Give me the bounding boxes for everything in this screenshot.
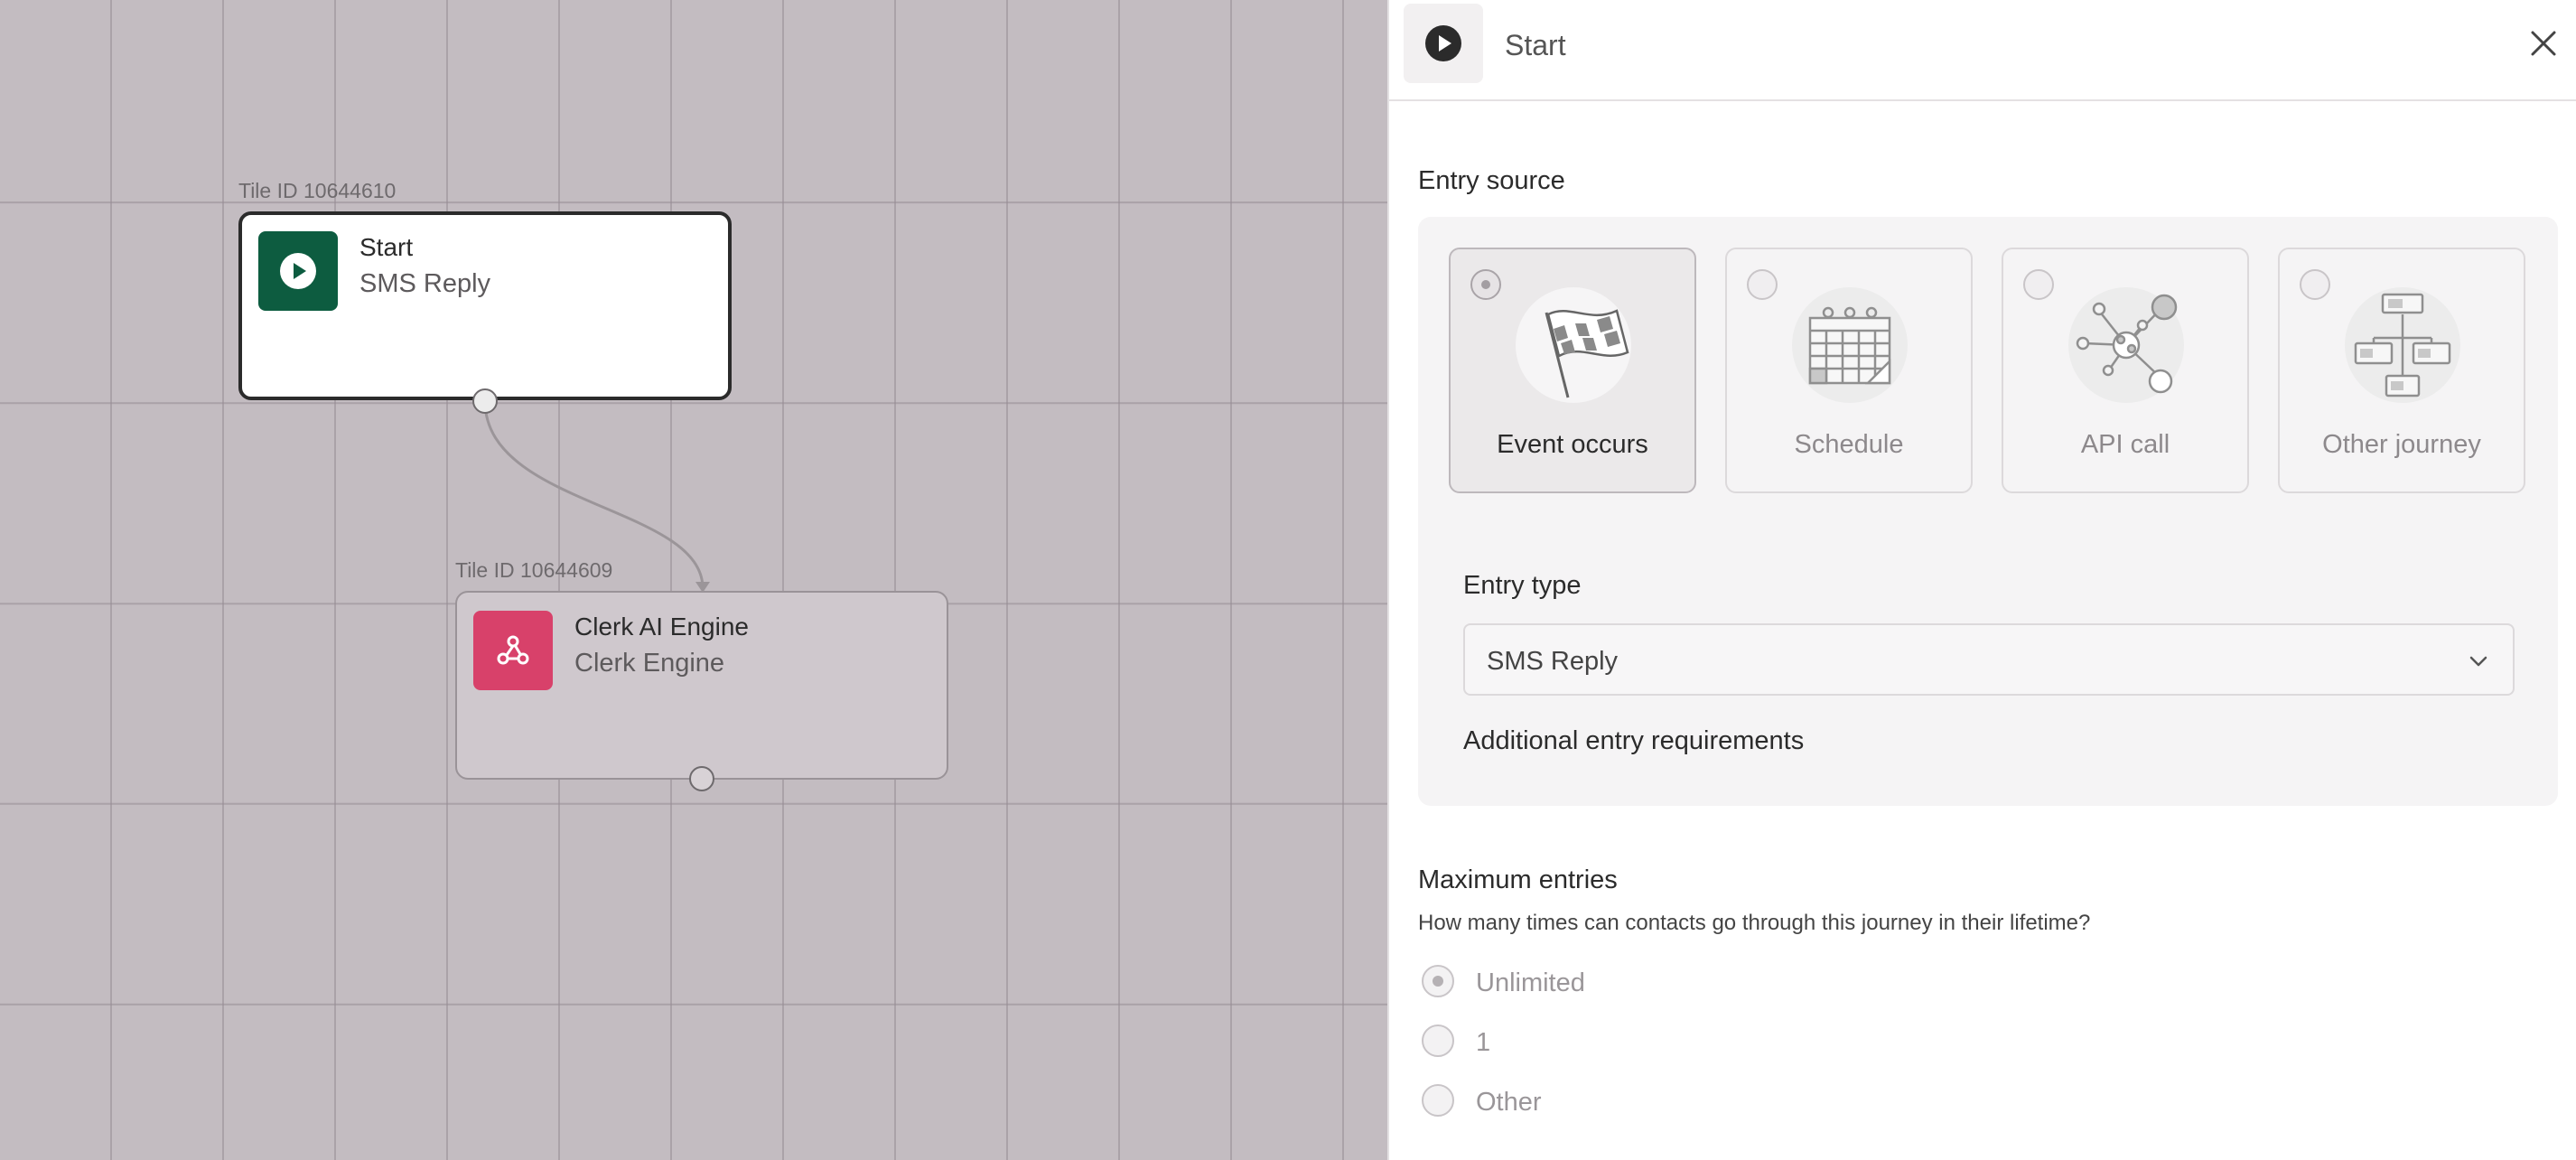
maximum-entries-title: Maximum entries: [1418, 865, 1618, 894]
tile-title: Clerk AI Engine: [574, 613, 749, 641]
flowchart-icon: [2345, 287, 2460, 403]
tile-id-label: Tile ID 10644609: [455, 558, 613, 582]
chevron-down-icon: [2469, 656, 2487, 667]
output-port[interactable]: [689, 766, 714, 791]
entry-source-box: Event occurs Schedule API call Other jou…: [1418, 217, 2558, 806]
max-entries-radio[interactable]: [1422, 1024, 1454, 1057]
max-entries-option-label: Unlimited: [1476, 968, 1585, 997]
max-entries-radio[interactable]: [1422, 965, 1454, 997]
entry-option-radio[interactable]: [2300, 269, 2330, 300]
calendar-icon: [1792, 287, 1908, 403]
close-icon: [2531, 31, 2556, 56]
entry-option-label: Event occurs: [1497, 430, 1648, 459]
additional-entry-requirements[interactable]: Additional entry requirements: [1463, 726, 1804, 756]
entry-option-schedule[interactable]: Schedule: [1725, 248, 1973, 493]
max-entries-option-label: 1: [1476, 1028, 1491, 1057]
play-icon: [258, 231, 338, 311]
max-entries-option-label: Other: [1476, 1088, 1542, 1117]
output-port[interactable]: [472, 388, 498, 414]
close-button[interactable]: [2525, 25, 2562, 61]
tile-connector: [483, 400, 710, 593]
entry-option-label: API call: [2080, 430, 2170, 459]
play-icon: [1404, 4, 1483, 83]
entry-option-event-occurs[interactable]: Event occurs: [1449, 248, 1696, 493]
entry-option-radio[interactable]: [1470, 269, 1501, 300]
entry-option-label: Other journey: [2322, 430, 2481, 459]
entry-source-label: Entry source: [1418, 166, 1565, 195]
entry-type-label: Entry type: [1463, 571, 1582, 600]
checkered-flag-icon: [1516, 287, 1631, 403]
tile-subtitle: SMS Reply: [359, 269, 491, 298]
network-nodes-icon: [2068, 287, 2184, 403]
maximum-entries-description: How many times can contacts go through t…: [1418, 911, 2091, 935]
max-entries-radio[interactable]: [1422, 1084, 1454, 1117]
tile-id-label: Tile ID 10644610: [238, 179, 397, 202]
entry-option-api-call[interactable]: API call: [2002, 248, 2249, 493]
entry-option-label: Schedule: [1794, 430, 1904, 459]
entry-option-other-journey[interactable]: Other journey: [2278, 248, 2525, 493]
start-settings-panel: Start Entry source Event occurs Schedule…: [1387, 0, 2576, 1160]
clerk-ai-engine-tile[interactable]: Clerk AI Engine Clerk Engine: [455, 591, 948, 780]
entry-option-radio[interactable]: [1747, 269, 1778, 300]
panel-title: Start: [1505, 29, 1566, 61]
tile-subtitle: Clerk Engine: [574, 649, 725, 678]
panel-header: Start: [1389, 0, 2576, 101]
webhook-icon: [473, 611, 553, 690]
start-tile[interactable]: Start SMS Reply: [238, 211, 732, 400]
tile-title: Start: [359, 233, 414, 261]
entry-type-value: SMS Reply: [1487, 647, 1619, 676]
journey-canvas[interactable]: Tile ID 10644610 Start SMS Reply Tile ID…: [0, 0, 1387, 1160]
entry-type-select[interactable]: SMS Reply: [1463, 623, 2515, 696]
entry-option-radio[interactable]: [2023, 269, 2054, 300]
